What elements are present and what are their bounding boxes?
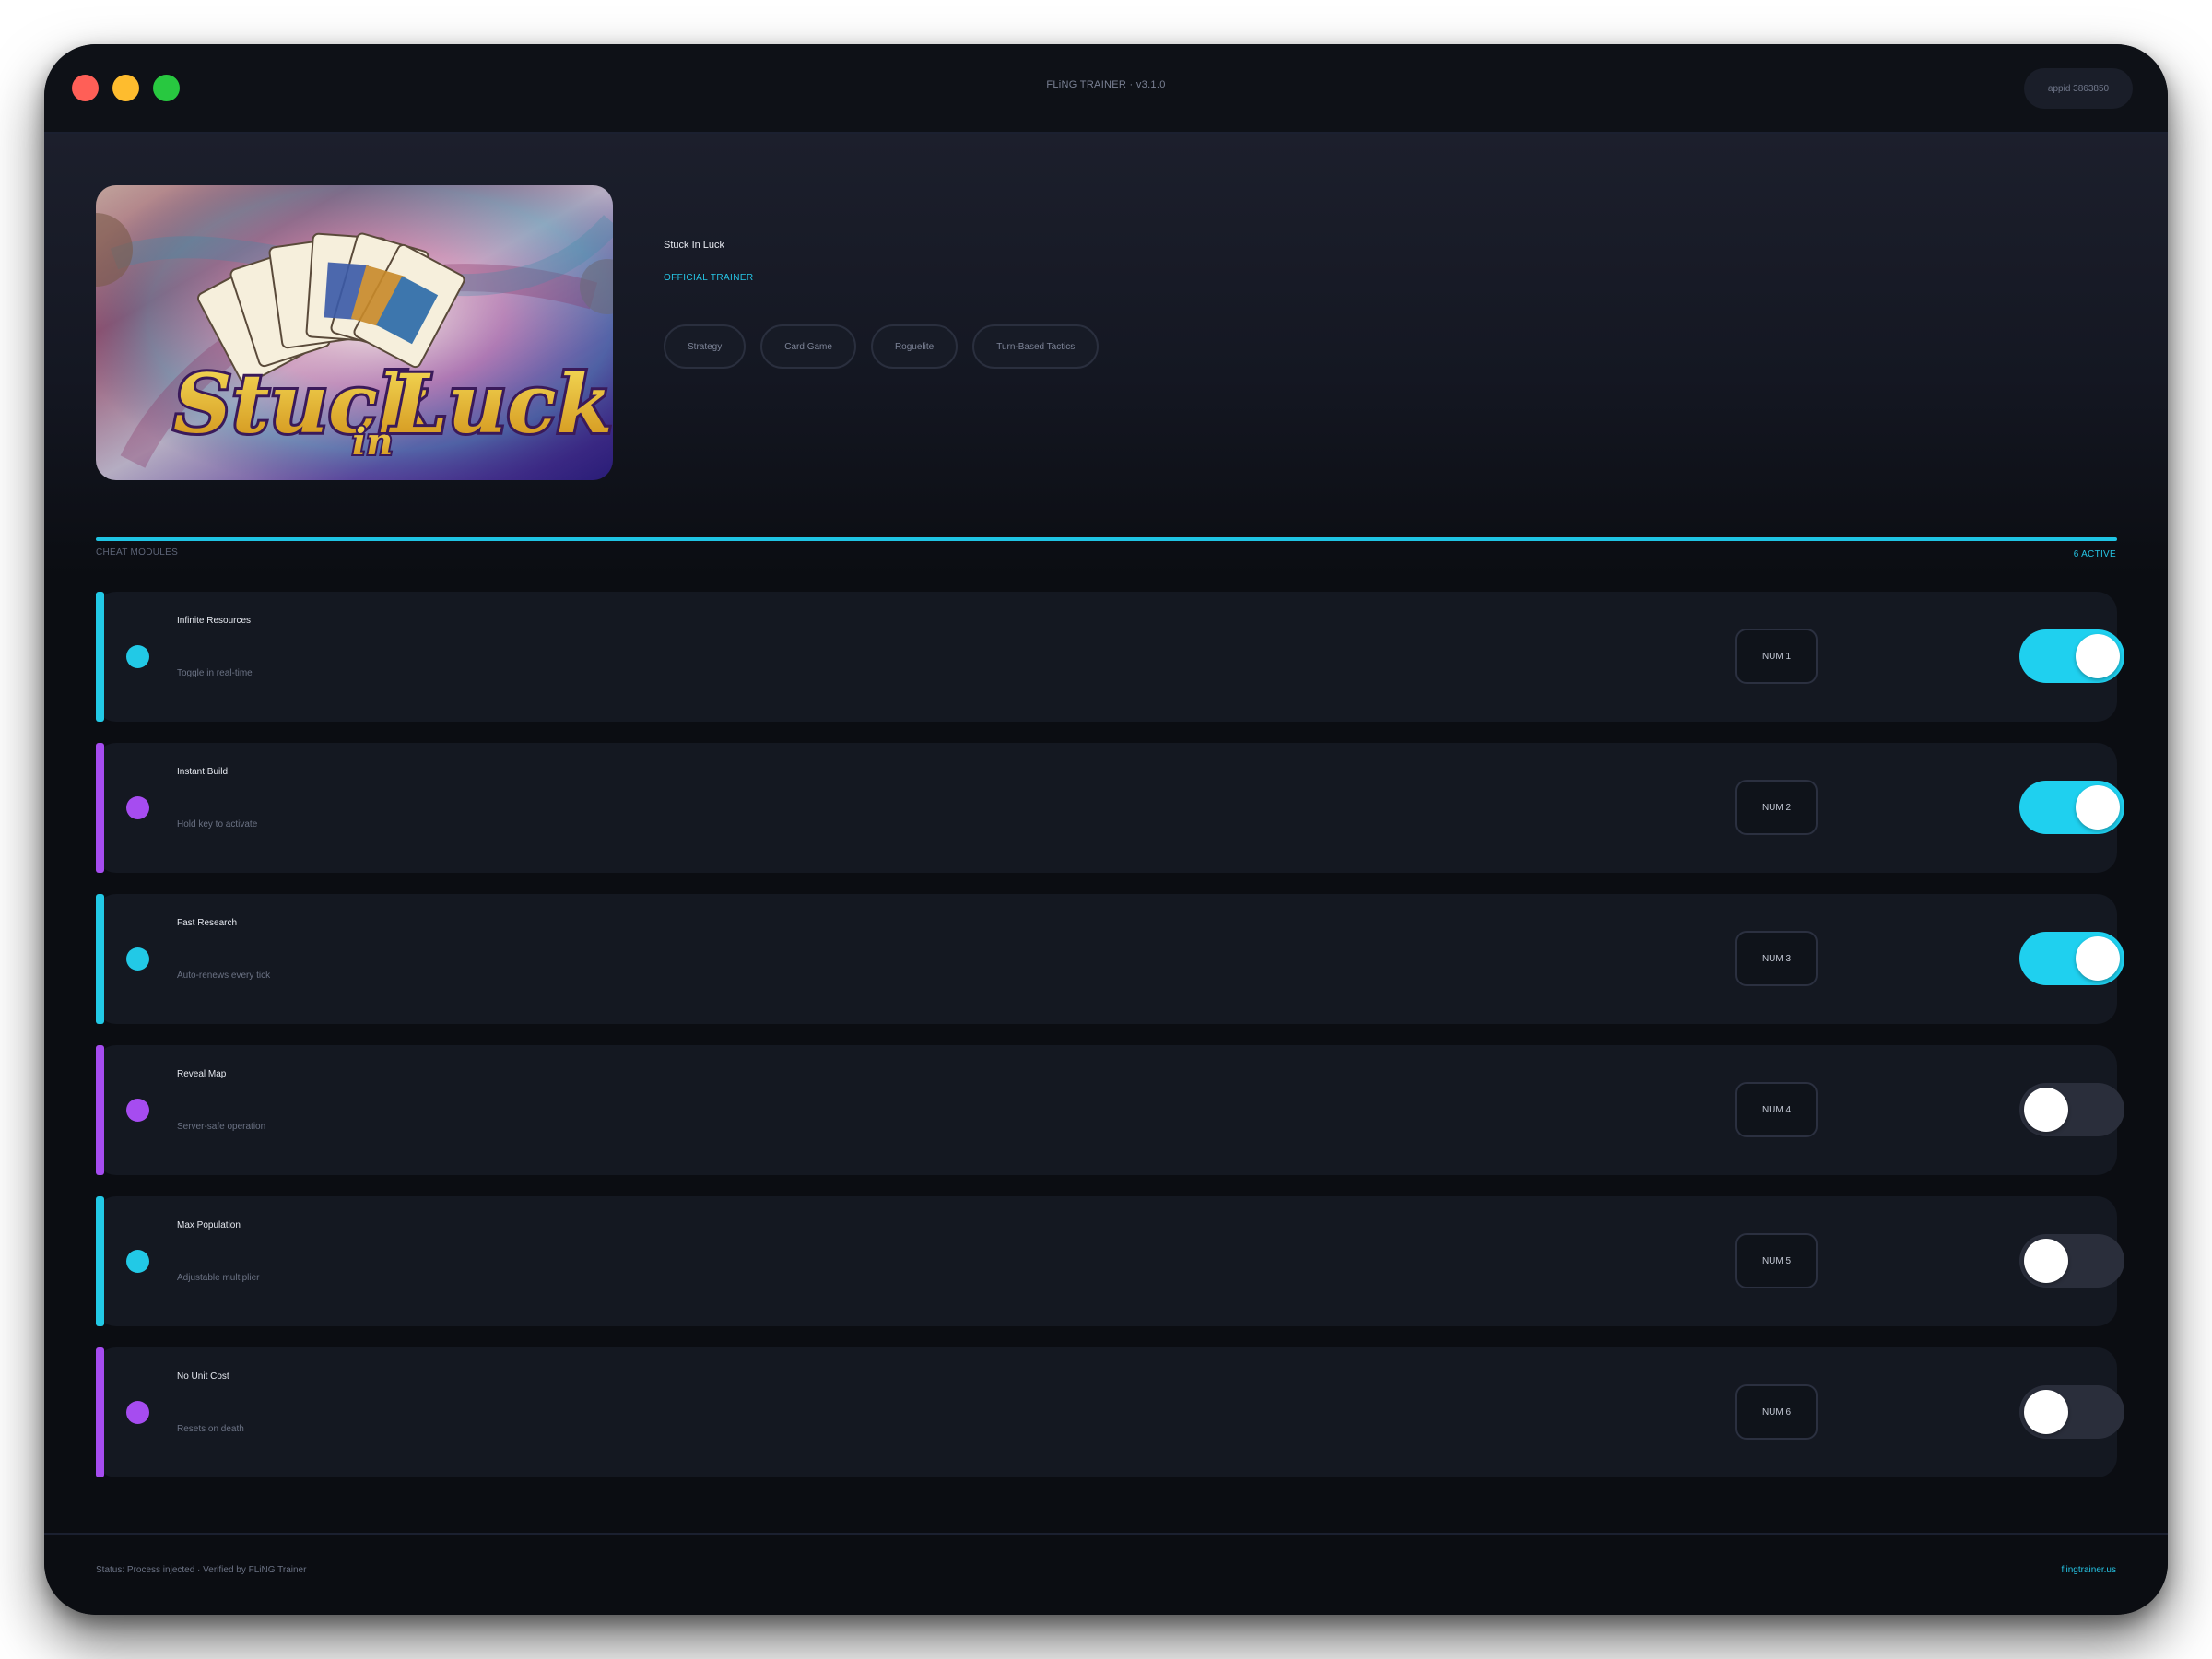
- cover-art: Stuck in Luck: [96, 185, 613, 480]
- website-link[interactable]: flingtrainer.us: [2062, 1565, 2116, 1575]
- module-hotkey[interactable]: NUM 1: [1735, 629, 1818, 684]
- module-hotkey[interactable]: NUM 2: [1735, 780, 1818, 835]
- cheat-module: Reveal Map Server-safe operation NUM 4: [96, 1045, 2124, 1175]
- module-description: Hold key to activate: [177, 819, 258, 830]
- status-text: Status: Process injected · Verified by F…: [96, 1565, 307, 1575]
- module-status-dot: [126, 796, 149, 819]
- module-name: Reveal Map: [177, 1069, 227, 1079]
- module-toggle-switch[interactable]: [2019, 629, 2124, 683]
- title-bar: FLiNG TRAINER · v3.1.0 appid 3863850: [44, 44, 2168, 134]
- module-toggle-switch[interactable]: [2019, 1083, 2124, 1136]
- module-name: Infinite Resources: [177, 616, 252, 626]
- module-hotkey[interactable]: NUM 3: [1735, 931, 1818, 986]
- toggle-knob: [2076, 785, 2120, 830]
- module-status-dot: [126, 645, 149, 668]
- module-status-dot: [126, 1099, 149, 1122]
- genre-tags: Strategy Card Game Roguelite Turn-Based …: [664, 324, 1100, 369]
- module-accent-bar: [96, 1196, 104, 1326]
- appid-badge: appid 3863850: [2024, 68, 2133, 109]
- module-name: Instant Build: [177, 767, 229, 777]
- toggle-knob: [2024, 1239, 2068, 1283]
- module-description: Server-safe operation: [177, 1122, 266, 1132]
- module-name: Fast Research: [177, 918, 238, 928]
- active-count: 6 ACTIVE: [2073, 549, 2116, 559]
- cheat-module: Fast Research Auto-renews every tick NUM…: [96, 894, 2124, 1024]
- module-hotkey[interactable]: NUM 4: [1735, 1082, 1818, 1137]
- module-hotkey[interactable]: NUM 5: [1735, 1233, 1818, 1288]
- svg-text:Luck: Luck: [388, 356, 612, 452]
- svg-text:in: in: [352, 420, 393, 464]
- tag-strategy[interactable]: Strategy: [664, 324, 747, 369]
- tag-card-game[interactable]: Card Game: [760, 324, 856, 369]
- module-hotkey[interactable]: NUM 6: [1735, 1384, 1818, 1440]
- module-toggle-switch[interactable]: [2019, 781, 2124, 834]
- module-toggle-switch[interactable]: [2019, 1385, 2124, 1439]
- module-description: Resets on death: [177, 1424, 244, 1434]
- cheat-module: No Unit Cost Resets on death NUM 6: [96, 1347, 2124, 1477]
- module-accent-bar: [96, 894, 104, 1024]
- window-title: FLiNG TRAINER · v3.1.0: [1046, 79, 1166, 90]
- toggle-knob: [2024, 1390, 2068, 1434]
- status-footer: Status: Process injected · Verified by F…: [44, 1533, 2168, 1615]
- module-accent-bar: [96, 743, 104, 873]
- module-name: Max Population: [177, 1220, 241, 1230]
- module-accent-bar: [96, 592, 104, 722]
- module-status-dot: [126, 1250, 149, 1273]
- section-divider: [96, 537, 2117, 541]
- game-header: Stuck in Luck Stuck In Luck OFFICIAL TRA…: [44, 134, 2168, 576]
- section-title: CHEAT MODULES: [96, 547, 179, 558]
- trainer-window: FLiNG TRAINER · v3.1.0 appid 3863850 Stu…: [44, 44, 2168, 1615]
- module-status-dot: [126, 1401, 149, 1424]
- module-description: Toggle in real-time: [177, 668, 253, 678]
- toggle-knob: [2076, 634, 2120, 678]
- module-status-dot: [126, 947, 149, 971]
- module-accent-bar: [96, 1347, 104, 1477]
- cheat-module: Infinite Resources Toggle in real-time N…: [96, 592, 2124, 722]
- module-accent-bar: [96, 1045, 104, 1175]
- game-cover-image: Stuck in Luck: [96, 185, 613, 480]
- tag-turn-based-tactics[interactable]: Turn-Based Tactics: [972, 324, 1100, 369]
- cheat-module-list: Infinite Resources Toggle in real-time N…: [96, 592, 2124, 1499]
- official-trainer-badge: OFFICIAL TRAINER: [664, 273, 754, 283]
- module-description: Adjustable multiplier: [177, 1273, 260, 1283]
- cheat-module: Instant Build Hold key to activate NUM 2: [96, 743, 2124, 873]
- game-title: Stuck In Luck: [664, 240, 725, 251]
- toggle-knob: [2024, 1088, 2068, 1132]
- module-description: Auto-renews every tick: [177, 971, 271, 981]
- tag-roguelite[interactable]: Roguelite: [870, 324, 959, 369]
- module-toggle-switch[interactable]: [2019, 932, 2124, 985]
- cheat-module: Max Population Adjustable multiplier NUM…: [96, 1196, 2124, 1326]
- module-name: No Unit Cost: [177, 1371, 229, 1382]
- module-toggle-switch[interactable]: [2019, 1234, 2124, 1288]
- toggle-knob: [2076, 936, 2120, 981]
